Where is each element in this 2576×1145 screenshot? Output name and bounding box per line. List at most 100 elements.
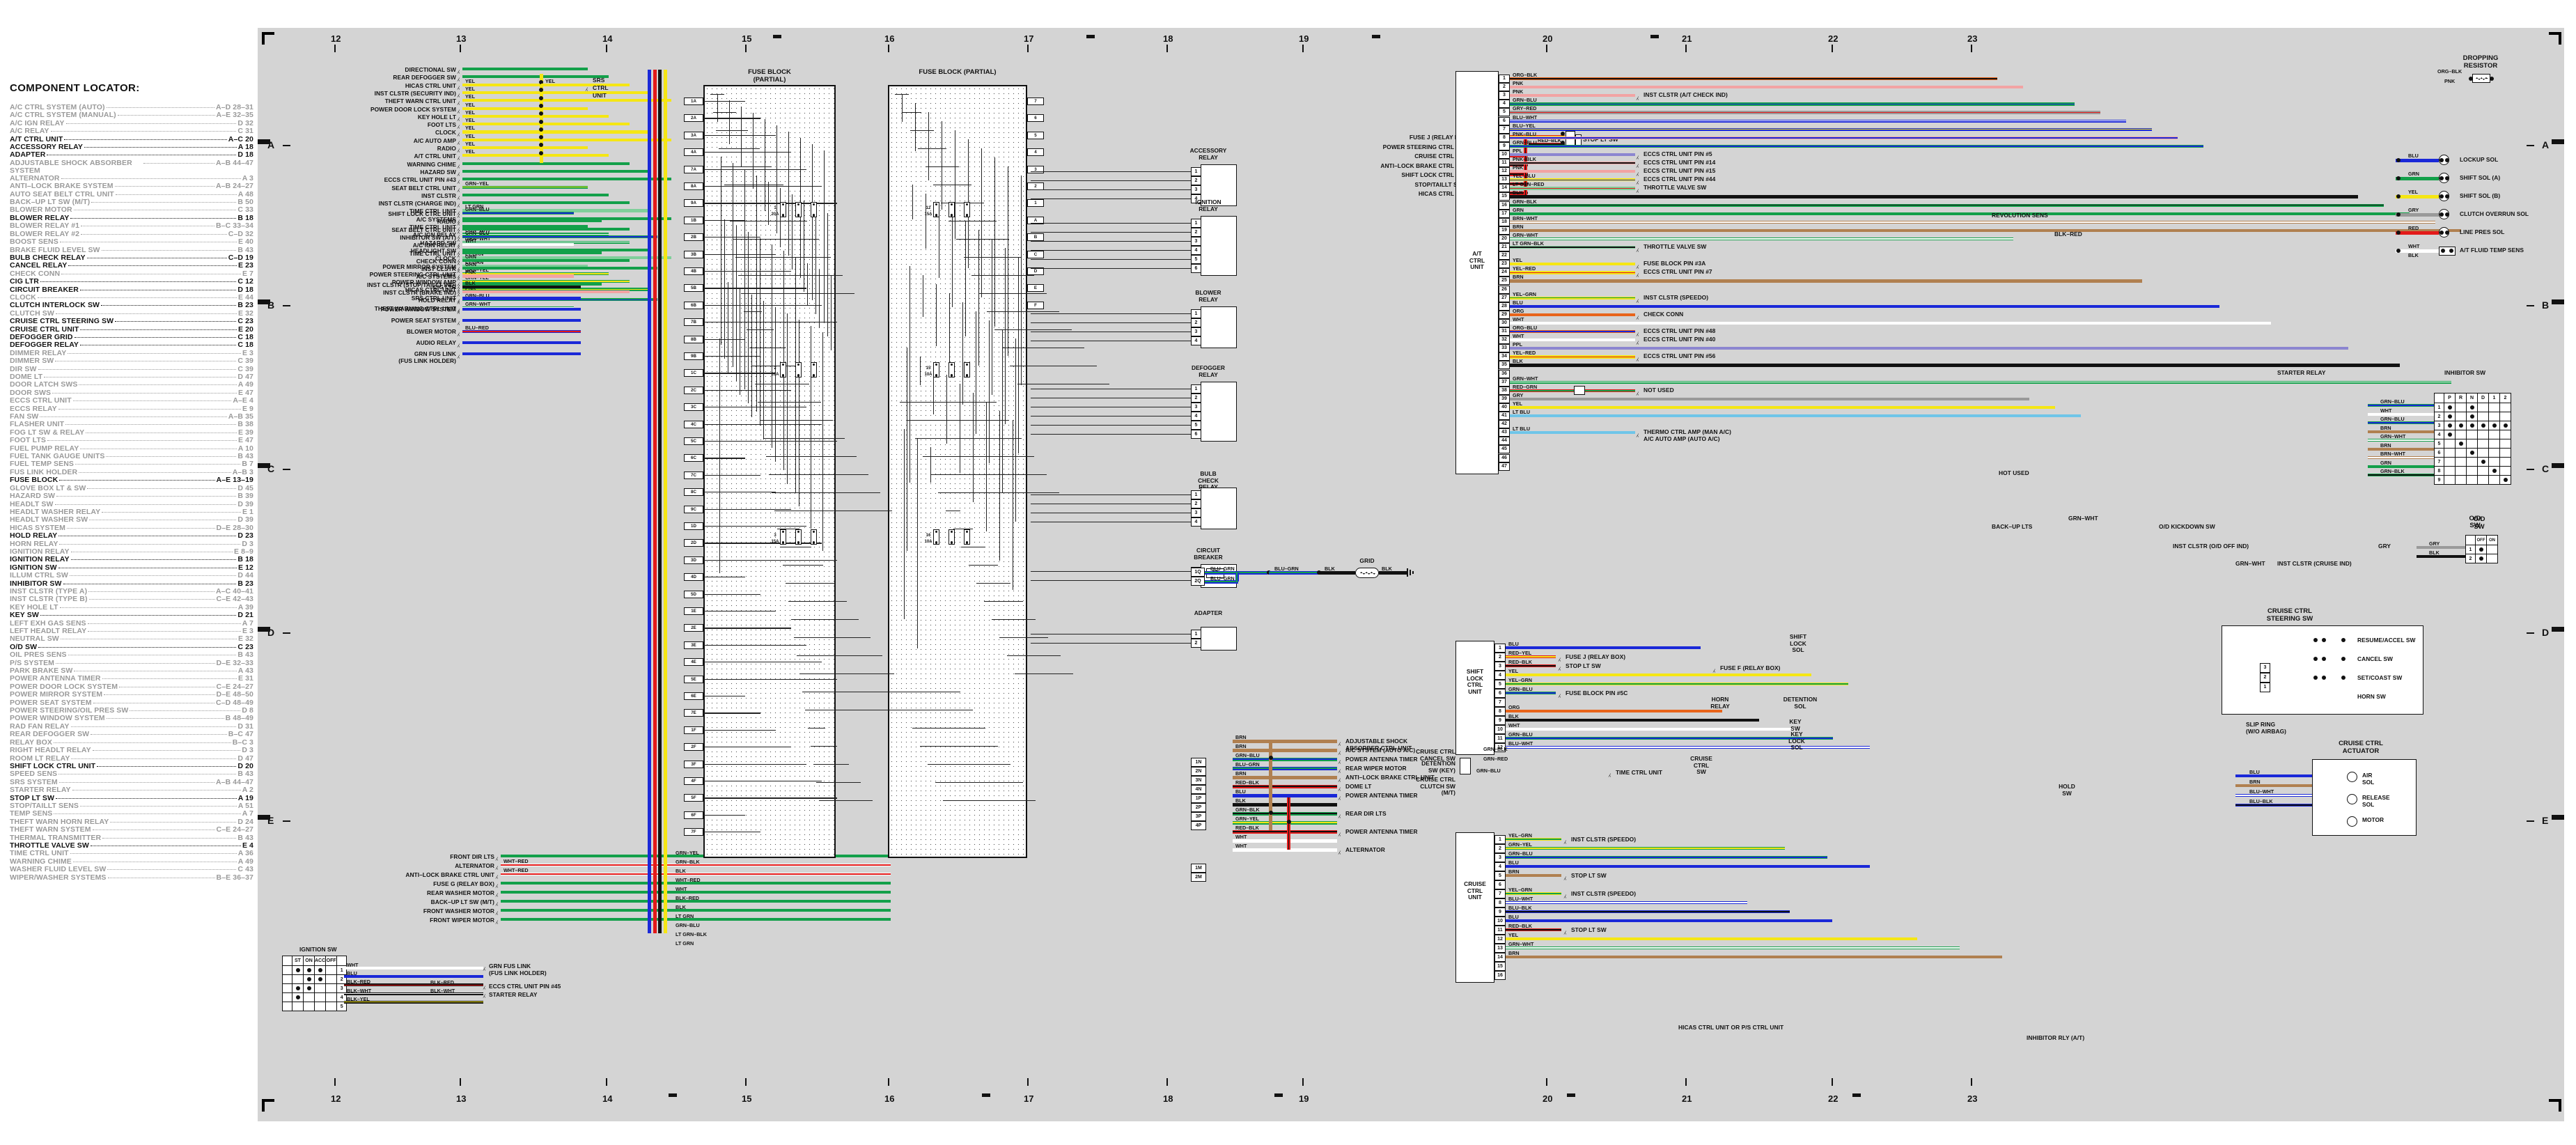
edge-dash (258, 815, 270, 820)
relay-pin: 2 (1191, 176, 1201, 185)
column-number: 19 (1299, 1093, 1309, 1104)
inhibitor-rly-label: INHIBITOR RLY (A/T) (2027, 1034, 2085, 1041)
wire-color-label: BLU–GRN (1235, 761, 1260, 768)
fuse-block-pin: 5D (684, 590, 703, 598)
wire-color-label: RED–BLK (1235, 779, 1259, 786)
wire-color-label: GRN–BLK (1483, 746, 1508, 752)
edge-dash (2552, 139, 2564, 144)
adapter-target-label: DOME LT (1345, 783, 1372, 790)
connector-symbol: ⁁ (1637, 185, 1639, 194)
wire-color-label: BLK (2429, 549, 2440, 556)
locator-row: ANTI–LOCK BRAKE SYSTEM A–B 24–27 (10, 182, 253, 190)
edge-dash (2552, 815, 2564, 820)
locator-dots (69, 575, 237, 577)
relay-title: DEFOGGER RELAY (1192, 364, 1225, 378)
wire (462, 243, 574, 247)
edge-dash (1274, 1093, 1283, 1097)
cruise-ctrl-pin: 5 (1494, 871, 1506, 880)
ignition-sw-cell (313, 965, 327, 975)
locator-dots (80, 329, 237, 330)
cruise-ctrl-pin: 14 (1494, 953, 1506, 962)
fuse-symbol (964, 202, 970, 217)
wire-color-label: RED–YEL (1508, 650, 1532, 656)
wire-color-label: GRN–WHT (1508, 941, 1534, 947)
locator-row: POWER MIRROR SYSTEM D–E 48–50 (10, 690, 253, 699)
cruise-sw-item: SET/COAST SW (2357, 674, 2403, 681)
locator-entry-page: C 31 (237, 127, 253, 136)
relay-pin: 4 (1191, 517, 1201, 527)
cruise-target-label: STOP LT SW (1571, 926, 1607, 933)
wire-color-label: PNK–BLK (1513, 156, 1536, 162)
connector-symbol: ⁁ (1338, 738, 1341, 746)
inhibitor-cell (2455, 439, 2467, 449)
column-number: 23 (1967, 1093, 1978, 1104)
wire-color-label: GRN (465, 253, 476, 260)
locator-dots (72, 400, 232, 402)
left-label: FUSE G (RELAY BOX) (433, 880, 494, 887)
fuse-block-pin: B (1027, 233, 1044, 242)
cruise-ctrl-pin: 7 (1494, 889, 1506, 898)
wire (1506, 847, 1785, 850)
at-target-label: ECCS CTRL UNIT PIN #56 (1644, 352, 1716, 360)
locator-entry-page: E 40 (238, 237, 253, 247)
wire (462, 219, 602, 223)
locator-dots (58, 408, 241, 410)
fuse-block-pin: 7E (684, 709, 703, 717)
left-label: AUDIO RELAY (416, 339, 456, 346)
wire-color-label: BLK (676, 904, 686, 910)
shift-lock-pin: 1 (1494, 644, 1506, 653)
fuse-block-pin: 6B (684, 301, 703, 309)
fuse-block-pin: 4E (684, 658, 703, 667)
wire-color-label: GRN–BLU (465, 229, 490, 236)
wire-color-label: GRN–BLU (2380, 416, 2405, 422)
connector-symbol: ⁁ (458, 272, 460, 281)
locator-row: ACCESSORY RELAY A 18 (10, 143, 253, 151)
at-ctrl-unit-pin: 22 (1499, 251, 1510, 260)
wire-color-label: BLK–WHT (430, 988, 455, 994)
inhibitor-cell (2444, 466, 2456, 476)
inhibitor-row-pin: 8 (2434, 466, 2444, 476)
locator-row: OIL PRES SENS B 43 (10, 651, 253, 659)
wire (501, 918, 891, 921)
wire-color-label: LT GRN–RED (1513, 181, 1545, 188)
wire (1510, 313, 1635, 317)
locator-entry-page: C 23 (237, 317, 253, 326)
solenoid-label: SHIFT SOL (B) (2460, 192, 2501, 199)
ground-symbol (1407, 568, 1414, 577)
at-ctrl-unit-pin: 28 (1499, 302, 1510, 311)
inhibitor-cell (2499, 475, 2511, 485)
locator-entry-page: A–B 24–27 (215, 182, 253, 191)
left-label: INST CLSTR (SECURITY IND) (374, 89, 456, 97)
locator-entry-name: CANCEL RELAY (10, 261, 68, 270)
at-extra-label: GRN–WHT (2235, 560, 2265, 567)
wire-color-label: BRN (1513, 274, 1524, 281)
defogger-grid-element (1355, 568, 1379, 578)
at-ctrl-unit-pin: 42 (1499, 420, 1510, 429)
inhibitor-cell (2466, 439, 2478, 449)
wire-color-label: BRN (2380, 424, 2391, 431)
cruise-ctrl-pin: 10 (1494, 917, 1506, 926)
at-ctrl-unit-pin: 32 (1499, 336, 1510, 345)
at-ctrl-unit-pin: 33 (1499, 344, 1510, 353)
wire (1506, 901, 1747, 905)
at-ctrl-unit-pin: 16 (1499, 201, 1510, 210)
adapter-pin: 2N (1191, 767, 1206, 776)
adapter-target-label: REAR DIR LTS (1345, 810, 1387, 817)
wire-color-label: WHT (347, 962, 359, 968)
at-ctrl-unit-pin: 36 (1499, 369, 1510, 378)
at-extra-label: BLK–RED (2054, 231, 2082, 237)
connector-symbol: ⁁ (458, 295, 460, 303)
wire-color-label: GRN–WHT (465, 300, 491, 307)
ignition-out-label: STARTER RELAY (489, 991, 538, 998)
ignition-out-label: ECCS CTRL UNIT PIN #45 (489, 983, 561, 990)
edge-dash (1086, 35, 1095, 38)
wire-color-label: YEL (1513, 257, 1522, 264)
wire-color-label: BRN (1235, 770, 1247, 777)
fuse-rating: 2 20A (771, 366, 779, 377)
at-ctrl-unit-pin: 44 (1499, 437, 1510, 446)
wire-color-label: GRN–WHT (1513, 375, 1538, 382)
connector-symbol: ⁁ (458, 159, 460, 169)
wire-color-label: YEL (1513, 400, 1522, 407)
locator-row: FOG LT SW & RELAY E 39 (10, 428, 253, 437)
fuse-f-label: FUSE F (RELAY BOX) (1720, 664, 1781, 671)
